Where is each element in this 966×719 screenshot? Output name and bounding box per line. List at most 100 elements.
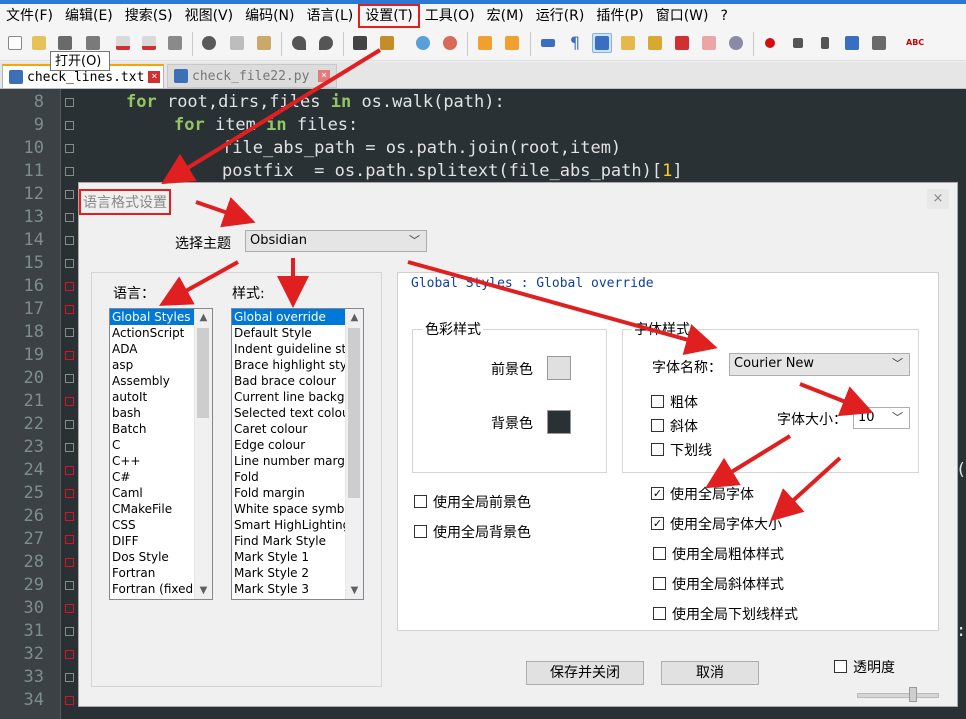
record-macro-icon[interactable] bbox=[760, 33, 780, 53]
scroll-up-icon[interactable]: ▲ bbox=[346, 309, 363, 326]
transparency-slider-thumb[interactable] bbox=[909, 687, 917, 702]
menu-view[interactable]: 视图(V) bbox=[179, 5, 240, 27]
close-icon[interactable] bbox=[113, 33, 133, 53]
scroll-thumb[interactable] bbox=[197, 328, 209, 418]
save-all-icon[interactable] bbox=[83, 33, 103, 53]
use-global-fg-checkbox[interactable] bbox=[414, 495, 427, 508]
function-list-icon[interactable] bbox=[672, 33, 692, 53]
transparency-slider-track[interactable] bbox=[857, 693, 939, 698]
cancel-button[interactable]: 取消 bbox=[661, 661, 759, 685]
open-file-icon[interactable] bbox=[29, 33, 49, 53]
fold-marker-icon[interactable] bbox=[65, 535, 74, 544]
fold-marker-icon[interactable] bbox=[65, 558, 74, 567]
fold-marker-icon[interactable] bbox=[65, 512, 74, 521]
font-name-select[interactable]: Courier New ﹀ bbox=[729, 353, 910, 376]
sync-horizontal-icon[interactable] bbox=[502, 33, 522, 53]
lang-icon[interactable] bbox=[618, 33, 638, 53]
menu-edit[interactable]: 编辑(E) bbox=[59, 5, 119, 27]
fold-marker-icon[interactable] bbox=[65, 397, 74, 406]
menu-run[interactable]: 运行(R) bbox=[530, 5, 591, 27]
style-list-item[interactable]: Fold margin bbox=[232, 485, 363, 501]
fold-marker-icon[interactable] bbox=[65, 466, 74, 475]
scroll-thumb[interactable] bbox=[348, 328, 360, 498]
style-list-item[interactable]: Fold bbox=[232, 469, 363, 485]
language-list[interactable]: Global Styles ActionScript ADA asp Assembly a… bbox=[109, 308, 213, 600]
print-icon[interactable] bbox=[165, 33, 185, 53]
fold-marker-icon[interactable] bbox=[65, 489, 74, 498]
new-file-icon[interactable] bbox=[5, 33, 25, 53]
save-and-close-button[interactable]: 保存并关闭 bbox=[526, 661, 644, 685]
run-macro-multiple-icon[interactable] bbox=[842, 33, 862, 53]
save-icon[interactable] bbox=[55, 33, 75, 53]
fold-marker-icon[interactable] bbox=[65, 604, 74, 613]
fold-marker-icon[interactable] bbox=[65, 190, 74, 199]
doc-map-icon[interactable] bbox=[645, 33, 665, 53]
show-all-chars-icon[interactable]: ¶ bbox=[565, 33, 585, 53]
dialog-close-button[interactable]: × bbox=[927, 189, 949, 209]
italic-checkbox[interactable] bbox=[651, 419, 664, 432]
fold-marker-icon[interactable] bbox=[65, 443, 74, 452]
tab-check-file22[interactable]: check_file22.py × bbox=[167, 64, 337, 88]
menu-window[interactable]: 窗口(W) bbox=[650, 5, 715, 27]
monitoring-icon[interactable] bbox=[726, 33, 746, 53]
save-macro-icon[interactable] bbox=[869, 33, 889, 53]
find-icon[interactable] bbox=[350, 33, 370, 53]
spell-check-icon[interactable]: ABC bbox=[903, 33, 924, 53]
style-list-item[interactable]: Line number margin bbox=[232, 453, 363, 469]
use-global-font-checkbox[interactable]: ✓ bbox=[651, 487, 664, 500]
fold-marker-icon[interactable] bbox=[65, 167, 74, 176]
style-list-item[interactable]: Find Mark Style bbox=[232, 533, 363, 549]
style-list-item[interactable]: Selected text colour bbox=[232, 405, 363, 421]
fold-marker-icon[interactable] bbox=[65, 627, 74, 636]
fold-marker-icon[interactable] bbox=[65, 213, 74, 222]
redo-icon[interactable] bbox=[316, 33, 336, 53]
style-list-item[interactable]: Current line background colour bbox=[232, 389, 363, 405]
foreground-color-swatch[interactable] bbox=[547, 356, 571, 380]
word-wrap-icon[interactable] bbox=[538, 33, 558, 53]
zoom-in-icon[interactable] bbox=[413, 33, 433, 53]
paste-icon[interactable] bbox=[254, 33, 274, 53]
zoom-out-icon[interactable] bbox=[440, 33, 460, 53]
tab-close-icon[interactable]: × bbox=[148, 71, 161, 83]
menu-plugins[interactable]: 插件(P) bbox=[590, 5, 649, 27]
fold-marker-icon[interactable] bbox=[65, 696, 74, 705]
tab-close-icon[interactable]: × bbox=[318, 70, 330, 82]
cut-icon[interactable] bbox=[199, 33, 219, 53]
fold-marker-icon[interactable] bbox=[65, 328, 74, 337]
menu-file[interactable]: 文件(F) bbox=[0, 5, 59, 27]
scroll-down-icon[interactable]: ▼ bbox=[346, 582, 363, 599]
use-global-font-size-checkbox[interactable]: ✓ bbox=[651, 517, 664, 530]
use-global-italic-checkbox[interactable] bbox=[653, 577, 666, 590]
fold-marker-icon[interactable] bbox=[65, 98, 74, 107]
style-list-item[interactable]: Bad brace colour bbox=[232, 373, 363, 389]
underline-checkbox[interactable] bbox=[651, 443, 664, 456]
style-list-item[interactable]: Global override bbox=[232, 309, 363, 325]
transparency-checkbox[interactable] bbox=[834, 660, 847, 673]
close-all-icon[interactable] bbox=[139, 33, 159, 53]
bold-checkbox[interactable] bbox=[651, 395, 664, 408]
style-list-item[interactable]: Smart HighLighting bbox=[232, 517, 363, 533]
sync-vertical-icon[interactable] bbox=[475, 33, 495, 53]
fold-marker-icon[interactable] bbox=[65, 374, 74, 383]
font-size-select[interactable]: 10 ﹀ bbox=[853, 407, 910, 429]
fold-marker-icon[interactable] bbox=[65, 144, 74, 153]
style-list-item[interactable]: Edge colour bbox=[232, 437, 363, 453]
menu-settings[interactable]: 设置(T) bbox=[358, 4, 420, 28]
fold-marker-icon[interactable] bbox=[65, 420, 74, 429]
language-list-scrollbar[interactable]: ▲ ▼ bbox=[194, 309, 212, 599]
menu-macro[interactable]: 宏(M) bbox=[481, 5, 530, 27]
style-list-item[interactable]: Brace highlight style bbox=[232, 357, 363, 373]
menu-search[interactable]: 搜索(S) bbox=[119, 5, 179, 27]
style-list-item[interactable]: White space symbol bbox=[232, 501, 363, 517]
style-list-item[interactable]: Mark Style 2 bbox=[232, 565, 363, 581]
use-global-underline-checkbox[interactable] bbox=[653, 607, 666, 620]
scroll-down-icon[interactable]: ▼ bbox=[195, 582, 212, 599]
use-global-bold-checkbox[interactable] bbox=[653, 547, 666, 560]
style-list-item[interactable]: Mark Style 1 bbox=[232, 549, 363, 565]
fold-marker-icon[interactable] bbox=[65, 673, 74, 682]
indent-guide-icon[interactable] bbox=[592, 33, 612, 53]
play-macro-icon[interactable] bbox=[815, 33, 835, 53]
style-list-item[interactable]: Mark Style 3 bbox=[232, 581, 363, 597]
style-list-item[interactable]: Indent guideline style bbox=[232, 341, 363, 357]
menu-encoding[interactable]: 编码(N) bbox=[239, 5, 300, 27]
